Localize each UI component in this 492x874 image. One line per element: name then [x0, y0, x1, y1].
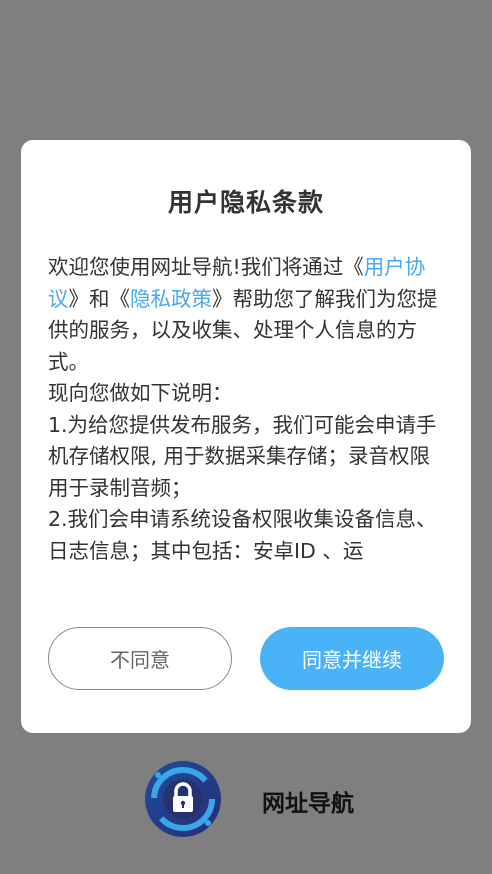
agree-button[interactable]: 同意并继续: [260, 627, 444, 690]
permission-item-1: 1.为给您提供发布服务，我们可能会申请手机存储权限, 用于数据采集存储；录音权限…: [48, 412, 437, 500]
intro-text-and: 》和《: [68, 286, 131, 311]
disagree-button[interactable]: 不同意: [48, 627, 232, 690]
app-name: 网址导航: [262, 791, 354, 817]
app-brand: 网址导航: [0, 758, 492, 838]
privacy-policy-link[interactable]: 隐私政策: [130, 287, 212, 311]
privacy-dialog: 用户隐私条款 欢迎您使用网址导航!我们将通过《用户协议》和《隐私政策》帮助您了解…: [21, 140, 471, 733]
dialog-title: 用户隐私条款: [167, 188, 324, 217]
lock-shield-icon: [145, 761, 221, 837]
dialog-body[interactable]: 欢迎您使用网址导航!我们将通过《用户协议》和《隐私政策》帮助您了解我们为您提供的…: [48, 252, 448, 572]
permission-item-2: 2.我们会申请系统设备权限收集设备信息、日志信息；其中包括：安卓ID 、运: [48, 507, 437, 563]
explanation-heading: 现向您做如下说明：: [48, 381, 233, 405]
intro-text: 欢迎您使用网址导航!我们将通过《: [48, 255, 364, 279]
intro-paragraph: 欢迎您使用网址导航!我们将通过《用户协议》和《隐私政策》帮助您了解我们为您提供的…: [48, 252, 448, 378]
